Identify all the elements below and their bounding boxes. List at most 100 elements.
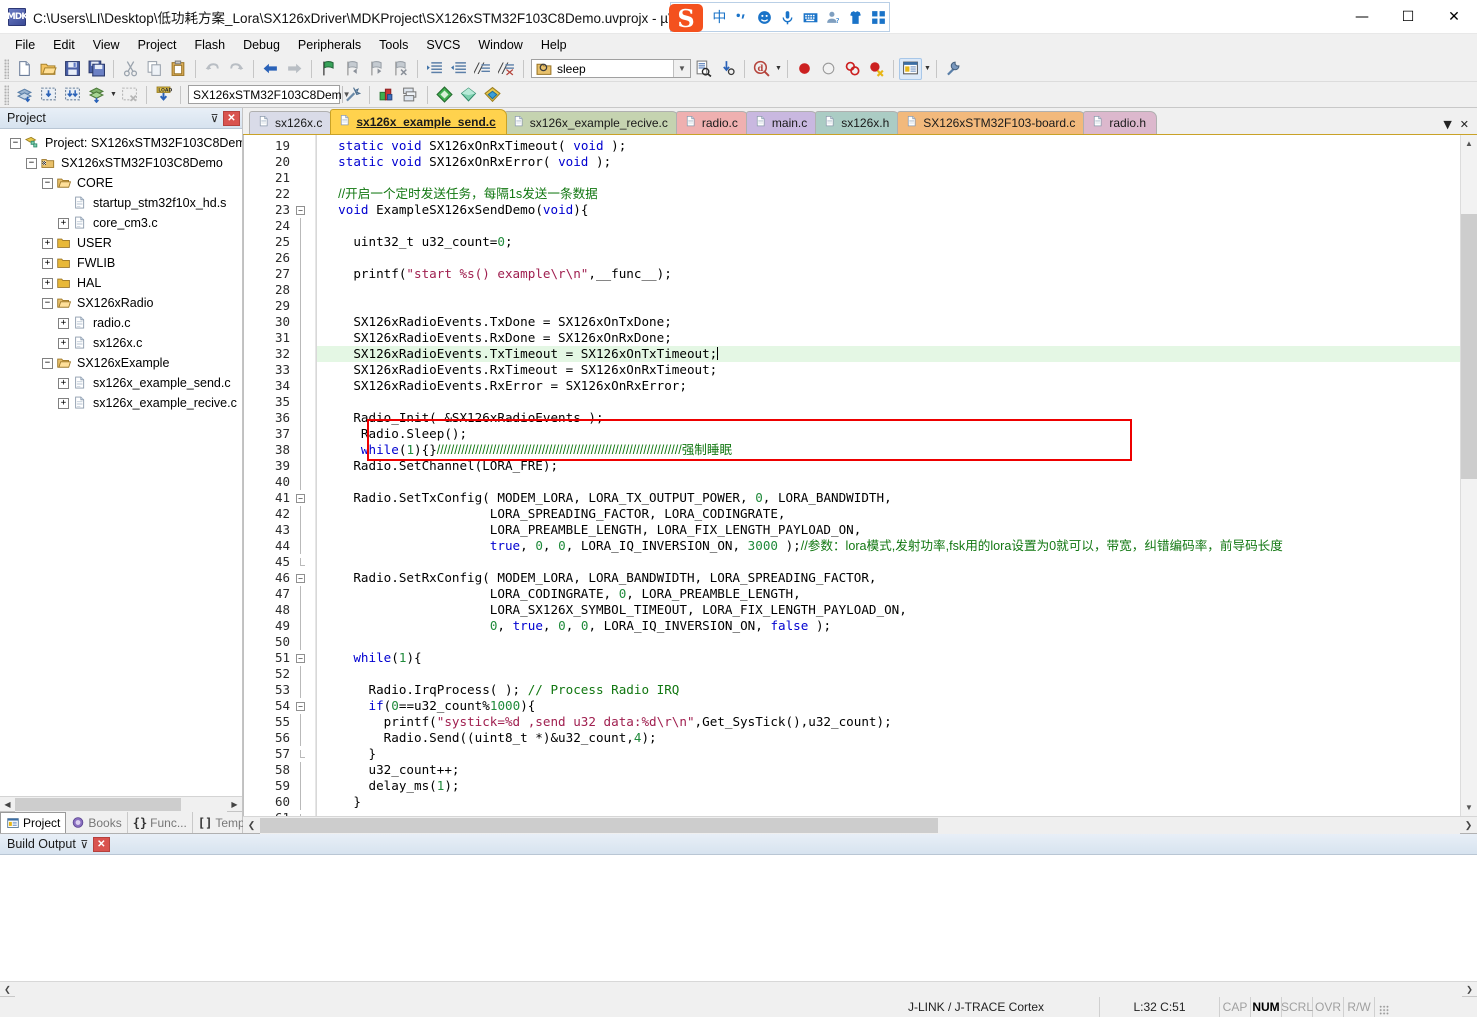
manage-components-button[interactable]	[341, 84, 364, 106]
code-line[interactable]	[317, 250, 1460, 266]
find-in-files-button[interactable]	[692, 58, 715, 80]
editor-tab[interactable]: radio.h	[1083, 111, 1158, 134]
close-icon[interactable]: ✕	[92, 836, 110, 852]
code-text[interactable]: static void SX126xOnRxTimeout( void ); s…	[316, 135, 1460, 816]
resize-grip[interactable]	[1375, 997, 1391, 1017]
sogou-ime-toolbar[interactable]: S 中 ?	[669, 2, 890, 33]
tree-node[interactable]: + FWLIB	[0, 253, 242, 273]
code-line[interactable]: Radio.Send((uint8_t *)&u32_count,4);	[317, 730, 1460, 746]
ime-user-icon[interactable]: ?	[823, 6, 844, 28]
code-line[interactable]	[317, 394, 1460, 410]
menu-flash[interactable]: Flash	[185, 36, 234, 54]
editor-tab[interactable]: sx126x.c	[249, 111, 334, 134]
collapse-toggle-icon[interactable]: −	[42, 297, 53, 309]
tree-node[interactable]: + sx126x_example_send.c	[0, 373, 242, 393]
tree-node[interactable]: + sx126x_example_recive.c	[0, 393, 242, 413]
scroll-right-icon[interactable]: ▶	[227, 796, 242, 812]
close-icon[interactable]: ✕	[223, 110, 240, 126]
code-line[interactable]	[317, 810, 1460, 816]
toolbar-grip[interactable]	[4, 84, 9, 105]
code-line[interactable]: printf("systick=%d ,send u32 data:%d\r\n…	[317, 714, 1460, 730]
code-line[interactable]	[317, 170, 1460, 186]
batch-build-button[interactable]	[85, 84, 108, 106]
project-tree[interactable]: − Project: SX126xSTM32F103C8Demo − SX126xST…	[0, 129, 242, 796]
scroll-left-icon[interactable]: ❮	[0, 981, 15, 997]
tab-project[interactable]: Project	[0, 812, 67, 833]
bookmark-clear-button[interactable]	[389, 58, 412, 80]
code-line[interactable]: Radio.SetChannel(LORA_FRE);	[317, 458, 1460, 474]
code-line[interactable]: LORA_CODINGRATE, 0, LORA_PREAMBLE_LENGTH…	[317, 586, 1460, 602]
code-line[interactable]: LORA_SPREADING_FACTOR, LORA_CODINGRATE,	[317, 506, 1460, 522]
ime-voice-icon[interactable]	[777, 6, 798, 28]
disable-all-breakpoints-button[interactable]	[841, 58, 864, 80]
editor-tab[interactable]: sx126x_example_send.c	[330, 109, 507, 134]
ime-punctuation-icon[interactable]	[732, 6, 753, 28]
editor-tab[interactable]: main.c	[745, 111, 819, 134]
navigate-back-button[interactable]	[259, 58, 282, 80]
download-button[interactable]: LOAD	[152, 84, 175, 106]
open-file-button[interactable]	[37, 58, 60, 80]
menu-debug[interactable]: Debug	[234, 36, 289, 54]
menu-file[interactable]: File	[6, 36, 44, 54]
expand-toggle-icon[interactable]: +	[58, 317, 69, 329]
editor-tab[interactable]: SX126xSTM32F103-board.c	[897, 111, 1087, 134]
code-line[interactable]: LORA_PREAMBLE_LENGTH, LORA_FIX_LENGTH_PA…	[317, 522, 1460, 538]
scroll-left-icon[interactable]: ◀	[0, 796, 15, 812]
tree-node[interactable]: − CORE	[0, 173, 242, 193]
toolbar-grip[interactable]	[4, 58, 9, 79]
code-line[interactable]: Radio.Sleep();	[317, 426, 1460, 442]
target-selector[interactable]: SX126xSTM32F103C8Dem ▼	[187, 85, 351, 104]
configuration-wizard-button[interactable]	[942, 58, 965, 80]
tree-node[interactable]: + radio.c	[0, 313, 242, 333]
maximize-button[interactable]: ☐	[1385, 0, 1431, 34]
build-button[interactable]	[37, 84, 60, 106]
tree-node[interactable]: − SX126xSTM32F103C8Demo	[0, 153, 242, 173]
code-line[interactable]: true, 0, 0, LORA_IQ_INVERSION_ON, 3000 )…	[317, 538, 1460, 554]
menu-peripherals[interactable]: Peripherals	[289, 36, 370, 54]
menu-help[interactable]: Help	[532, 36, 576, 54]
code-line[interactable]: uint32_t u32_count=0;	[317, 234, 1460, 250]
find-input[interactable]: sleep ▼	[531, 59, 691, 78]
comment-button[interactable]: //	[471, 58, 494, 80]
expand-toggle-icon[interactable]: +	[58, 397, 69, 409]
code-line[interactable]	[317, 554, 1460, 570]
tree-node[interactable]: + HAL	[0, 273, 242, 293]
code-line[interactable]: }	[317, 746, 1460, 762]
code-line[interactable]	[317, 666, 1460, 682]
disable-breakpoint-button[interactable]	[817, 58, 840, 80]
expand-toggle-icon[interactable]: +	[42, 257, 53, 269]
redo-button[interactable]	[225, 58, 248, 80]
collapse-toggle-icon[interactable]: −	[42, 357, 53, 369]
select-software-packs-button[interactable]	[457, 84, 480, 106]
bookmark-list-button[interactable]: d	[750, 58, 773, 80]
window-layout-button[interactable]	[898, 57, 922, 80]
code-line[interactable]	[317, 218, 1460, 234]
code-line[interactable]: static void SX126xOnRxTimeout( void );	[317, 138, 1460, 154]
ime-soft-keyboard-icon[interactable]	[800, 6, 821, 28]
code-line[interactable]	[317, 282, 1460, 298]
bookmark-toggle-button[interactable]	[317, 58, 340, 80]
scroll-thumb[interactable]	[15, 797, 181, 811]
code-line[interactable]: while(1){}//////////////////////////////…	[317, 442, 1460, 458]
expand-toggle-icon[interactable]: +	[58, 337, 69, 349]
pin-icon[interactable]: ⊽	[76, 836, 93, 853]
window-layout-dropdown-icon[interactable]: ▼	[924, 65, 931, 72]
project-hscrollbar[interactable]: ◀ ▶	[0, 796, 242, 812]
scroll-right-icon[interactable]: ❯	[1462, 981, 1477, 997]
code-line[interactable]: LORA_SX126X_SYMBOL_TIMEOUT, LORA_FIX_LEN…	[317, 602, 1460, 618]
code-line[interactable]: Radio.IrqProcess( ); // Process Radio IR…	[317, 682, 1460, 698]
pin-icon[interactable]: ⊽	[206, 110, 223, 127]
menu-svcs[interactable]: SVCS	[417, 36, 469, 54]
code-line[interactable]: void ExampleSX126xSendDemo(void){	[317, 202, 1460, 218]
close-button[interactable]: ✕	[1431, 0, 1477, 34]
minimize-button[interactable]: —	[1339, 0, 1385, 34]
code-line[interactable]: delay_ms(1);	[317, 778, 1460, 794]
tree-node[interactable]: − SX126xRadio	[0, 293, 242, 313]
vscroll-thumb[interactable]	[1460, 214, 1477, 479]
outdent-button[interactable]	[447, 58, 470, 80]
code-line[interactable]	[317, 474, 1460, 490]
new-file-button[interactable]	[13, 58, 36, 80]
collapse-toggle-icon[interactable]: −	[42, 177, 53, 189]
hscroll-track[interactable]	[260, 816, 1460, 834]
scroll-left-icon[interactable]: ❮	[243, 817, 260, 834]
